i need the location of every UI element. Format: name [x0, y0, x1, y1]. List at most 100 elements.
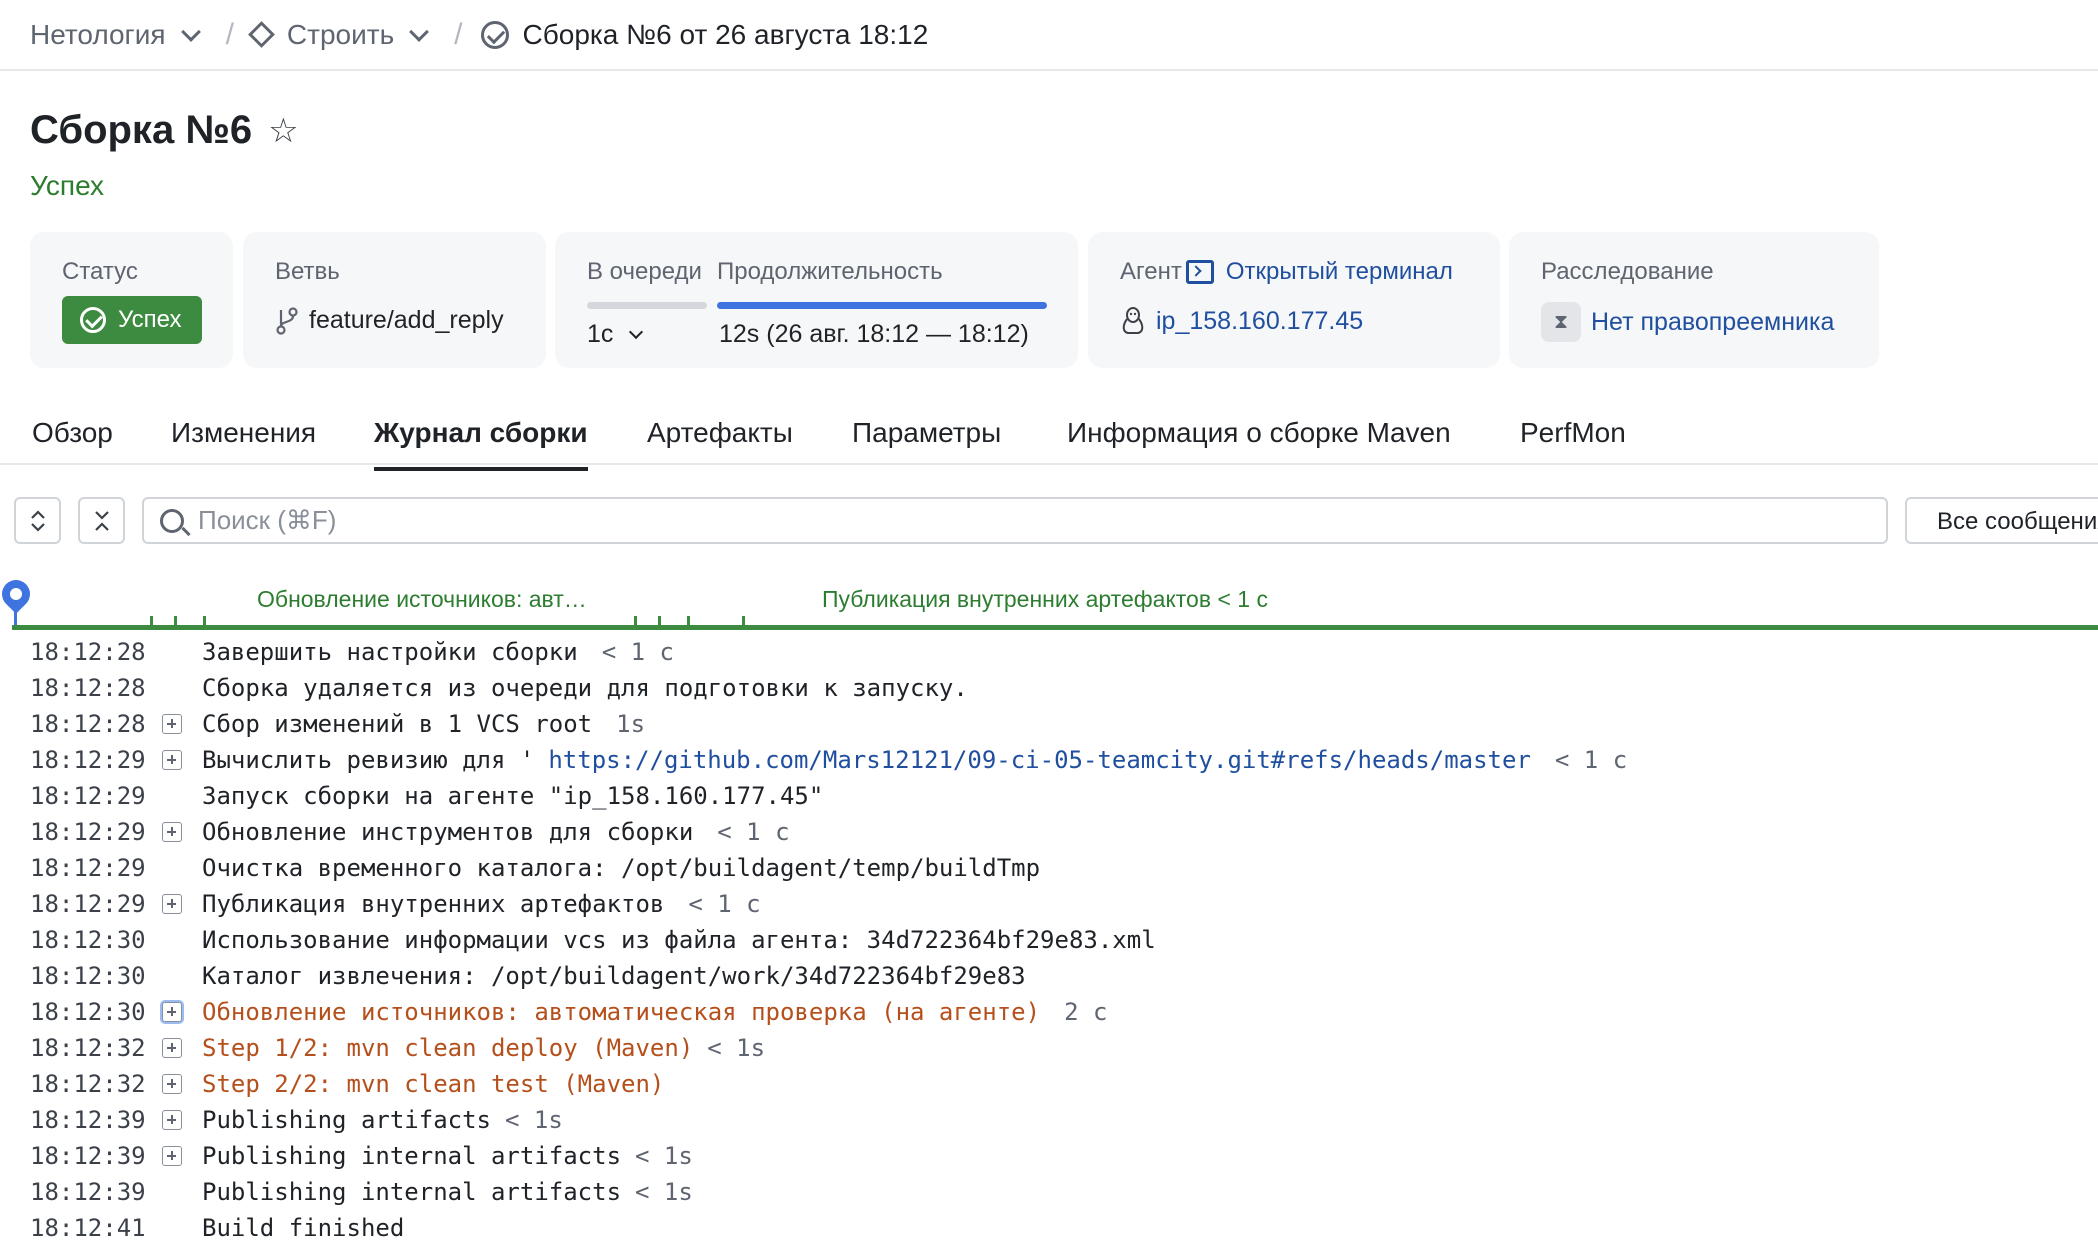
breadcrumb-separator: /	[454, 17, 463, 51]
page-title: Сборка №6 ☆	[30, 108, 299, 153]
timeline-tick	[742, 616, 745, 626]
log-message: Publishing internal artifacts < 1s	[202, 1138, 693, 1174]
expand-plus-icon[interactable]	[162, 1002, 182, 1022]
chevron-down-icon[interactable]	[409, 21, 430, 42]
duration-progress-bar	[717, 302, 1047, 309]
log-row: 18:12:29 Запуск сборки на агенте "ip_158.…	[0, 778, 2098, 814]
agent-name-link[interactable]: ip_158.160.177.45	[1156, 307, 1363, 336]
log-message-text: Сборка удаляется из очереди для подготов…	[202, 674, 968, 702]
breadcrumb-build[interactable]: Сборка №6 от 26 августа 18:12	[480, 19, 929, 51]
log-message: Запуск сборки на агенте "ip_158.160.177.…	[202, 778, 823, 814]
timeline-tick	[687, 616, 690, 626]
tab-build-log[interactable]: Журнал сборки	[374, 417, 588, 471]
expand-plus-icon[interactable]	[162, 894, 182, 914]
status-card: Статус Успех	[30, 232, 233, 368]
check-circle-icon	[80, 307, 106, 333]
log-duration: < 1 с	[717, 818, 790, 846]
chevron-down-icon[interactable]	[180, 21, 201, 42]
timing-card: В очереди Продолжительность 1с 12s (26 а…	[555, 232, 1078, 368]
log-message: Publishing artifacts < 1s	[202, 1102, 563, 1138]
log-row: 18:12:29 Вычислить ревизию для ' https://g…	[0, 742, 2098, 778]
log-row: 18:12:29 Публикация внутренних артефактов…	[0, 886, 2098, 922]
log-duration: < 1s	[707, 1034, 766, 1062]
log-row: 18:12:39 Publishing internal artifacts < 1…	[0, 1138, 2098, 1174]
log-duration: < 1 с	[1554, 746, 1628, 774]
log-message: Сбор изменений в 1 VCS root 1s	[202, 706, 645, 742]
log-message: Очистка временного каталога: /opt/builda…	[202, 850, 1040, 886]
collapse-icon	[94, 510, 109, 531]
tab-artifacts[interactable]: Артефакты	[647, 417, 793, 467]
timeline-label-update-sources[interactable]: Обновление источников: авт…	[257, 586, 587, 613]
log-message-text: Обновление инструментов для сборки	[202, 818, 694, 846]
breadcrumb-org-label[interactable]: Нетология	[30, 19, 166, 51]
expand-plus-icon[interactable]	[162, 750, 182, 770]
log-message-text: Использование информации vcs из файла аг…	[202, 926, 1156, 954]
breadcrumb: Нетология / Строить / Сборка №6 от 26 ав…	[0, 0, 2098, 71]
log-time: 18:12:39	[30, 1142, 146, 1170]
open-terminal-link[interactable]: Открытый терминал	[1226, 258, 1453, 286]
expand-plus-icon[interactable]	[162, 1038, 182, 1058]
investigation-value[interactable]: ⧗ Нет правопреемника	[1541, 302, 1834, 342]
chevron-down-icon[interactable]	[629, 324, 644, 339]
log-row: 18:12:39 Publishing artifacts < 1s	[0, 1102, 2098, 1138]
log-search[interactable]	[142, 497, 1888, 544]
assignee-link[interactable]: Нет правопреемника	[1591, 308, 1834, 337]
expand-plus-icon[interactable]	[162, 714, 182, 734]
expand-all-button[interactable]	[14, 497, 61, 544]
log-message-text: Вычислить ревизию для '	[202, 746, 535, 774]
location-pin-icon[interactable]	[0, 574, 36, 614]
log-duration: < 1s	[504, 1106, 563, 1134]
queue-value[interactable]: 1с	[587, 320, 644, 349]
log-message: Каталог извлечения: /opt/buildagent/work…	[202, 958, 1026, 994]
log-time: 18:12:30	[30, 998, 146, 1026]
terminal-icon[interactable]	[1185, 260, 1214, 284]
log-time: 18:12:29	[30, 818, 146, 846]
tab-perfmon[interactable]: PerfMon	[1520, 417, 1626, 467]
log-duration: 2 с	[1064, 998, 1108, 1026]
log-link[interactable]: https://github.com/Mars12121/09-ci-05-te…	[548, 746, 1531, 774]
investigation-card: Расследование ⧗ Нет правопреемника	[1509, 232, 1879, 368]
log-message-text: Step 1/2: mvn clean deploy (Maven)	[202, 1034, 694, 1062]
log-message: Step 2/2: mvn clean test (Maven)	[202, 1066, 664, 1102]
expand-plus-icon[interactable]	[162, 1110, 182, 1130]
log-time: 18:12:32	[30, 1034, 146, 1062]
log-message-text: Step 2/2: mvn clean test (Maven)	[202, 1070, 665, 1098]
log-message: Обновление инструментов для сборки < 1 с	[202, 814, 790, 850]
search-input[interactable]	[198, 505, 1798, 536]
log-message: Использование информации vcs из файла аг…	[202, 922, 1156, 958]
log-message-text: Сбор изменений в 1 VCS root	[202, 710, 593, 738]
tab-overview[interactable]: Обзор	[32, 417, 113, 467]
breadcrumb-org[interactable]: Нетология	[30, 19, 208, 51]
log-message: Step 1/2: mvn clean deploy (Maven) < 1s	[202, 1030, 765, 1066]
breadcrumb-project[interactable]: Строить	[247, 19, 436, 51]
collapse-all-button[interactable]	[78, 497, 125, 544]
log-message-text: Publishing artifacts	[202, 1106, 491, 1134]
tab-maven-info[interactable]: Информация о сборке Maven	[1067, 417, 1451, 467]
tab-changes[interactable]: Изменения	[171, 417, 316, 467]
star-icon[interactable]: ☆	[268, 111, 298, 151]
duration-label: Продолжительность	[717, 258, 943, 285]
expand-plus-icon[interactable]	[162, 1146, 182, 1166]
log-row: 18:12:41 Build finished	[0, 1210, 2098, 1246]
breadcrumb-separator: /	[225, 17, 234, 51]
log-message: Сборка удаляется из очереди для подготов…	[202, 670, 968, 706]
log-row: 18:12:30 Использование информации vcs из …	[0, 922, 2098, 958]
breadcrumb-project-label[interactable]: Строить	[287, 19, 394, 51]
log-row: 18:12:29 Обновление инструментов для сбор…	[0, 814, 2098, 850]
agent-value[interactable]: ip_158.160.177.45	[1120, 306, 1363, 336]
agent-card: Агент Открытый терминал ip_158.160.177.4…	[1088, 232, 1500, 368]
status-badge-label: Успех	[118, 306, 182, 333]
breadcrumb-build-label[interactable]: Сборка №6 от 26 августа 18:12	[523, 19, 929, 51]
log-duration: < 1s	[635, 1142, 693, 1170]
log-duration: < 1 с	[688, 890, 761, 918]
message-filter-select[interactable]: Все сообщения	[1905, 497, 2098, 544]
branch-icon	[276, 306, 298, 335]
queue-value-text[interactable]: 1с	[587, 320, 613, 349]
branch-card: Ветвь feature/add_reply	[243, 232, 546, 368]
expand-plus-icon[interactable]	[162, 1074, 182, 1094]
expand-plus-icon[interactable]	[162, 822, 182, 842]
log-message: Публикация внутренних артефактов < 1 с	[202, 886, 761, 922]
log-time: 18:12:39	[30, 1106, 146, 1134]
timeline-label-publish-internal[interactable]: Публикация внутренних артефактов < 1 с	[822, 586, 1268, 613]
tab-parameters[interactable]: Параметры	[852, 417, 1001, 467]
